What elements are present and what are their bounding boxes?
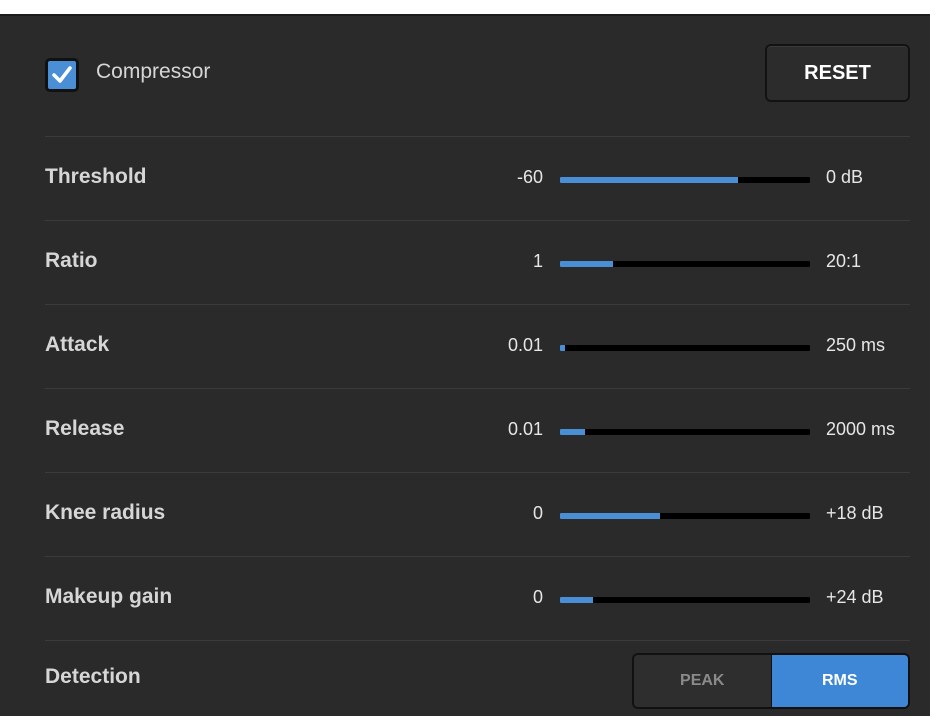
slider-fill xyxy=(560,597,593,603)
slider-min-value: 0.01 xyxy=(507,419,543,439)
slider-max-value: 2000 ms xyxy=(826,419,896,439)
slider-row-knee-radius: Knee radius 0 +18 dB xyxy=(45,472,910,556)
detection-row: Detection PEAK RMS xyxy=(45,640,910,718)
detection-label: Detection xyxy=(45,665,141,688)
detection-option-rms[interactable]: RMS xyxy=(771,655,908,707)
slider-max-value: 250 ms xyxy=(826,335,886,355)
slider-fill xyxy=(560,177,738,183)
slider-min-value: 1 xyxy=(532,251,543,271)
knee-radius-slider[interactable] xyxy=(560,513,810,519)
slider-max-value: +18 dB xyxy=(826,503,884,523)
makeup-gain-slider[interactable] xyxy=(560,597,810,603)
slider-label: Makeup gain xyxy=(45,585,173,608)
slider-row-ratio: Ratio 1 20:1 xyxy=(45,220,910,304)
slider-row-threshold: Threshold -60 0 dB xyxy=(45,136,910,220)
slider-label: Threshold xyxy=(45,165,147,188)
slider-max-value: +24 dB xyxy=(826,587,884,607)
slider-fill xyxy=(560,261,613,267)
slider-row-makeup-gain: Makeup gain 0 +24 dB xyxy=(45,556,910,640)
compressor-checkbox[interactable] xyxy=(45,58,79,92)
detection-toggle: PEAK RMS xyxy=(632,653,910,709)
slider-row-attack: Attack 0.01 250 ms xyxy=(45,304,910,388)
slider-label: Knee radius xyxy=(45,501,166,524)
slider-min-value: -60 xyxy=(516,167,543,187)
slider-fill xyxy=(560,345,565,351)
slider-min-value: 0 xyxy=(532,587,543,607)
slider-max-value: 0 dB xyxy=(826,167,864,187)
checkmark-icon xyxy=(52,66,72,83)
slider-fill xyxy=(560,513,660,519)
slider-fill xyxy=(560,429,585,435)
slider-max-value: 20:1 xyxy=(826,251,862,271)
slider-label: Attack xyxy=(45,333,110,356)
detection-option-peak[interactable]: PEAK xyxy=(634,655,772,707)
compressor-panel: Compressor RESET Threshold -60 0 dB Rati… xyxy=(0,14,930,716)
threshold-slider[interactable] xyxy=(560,177,810,183)
ratio-slider[interactable] xyxy=(560,261,810,267)
reset-button[interactable]: RESET xyxy=(765,44,910,102)
slider-min-value: 0.01 xyxy=(507,335,543,355)
panel-header: Compressor RESET xyxy=(0,16,930,136)
compressor-label: Compressor xyxy=(96,60,211,83)
slider-row-release: Release 0.01 2000 ms xyxy=(45,388,910,472)
slider-min-value: 0 xyxy=(532,503,543,523)
attack-slider[interactable] xyxy=(560,345,810,351)
slider-label: Release xyxy=(45,417,125,440)
slider-label: Ratio xyxy=(45,249,98,272)
release-slider[interactable] xyxy=(560,429,810,435)
